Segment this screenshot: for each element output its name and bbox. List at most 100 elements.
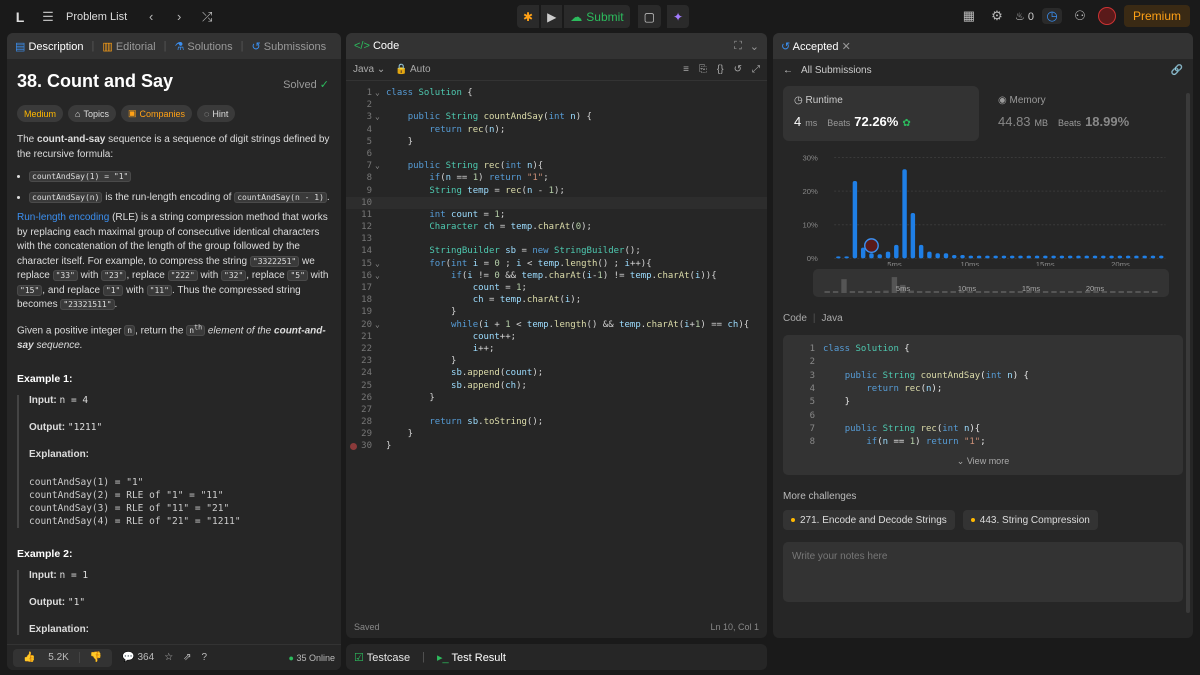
distribution-bar[interactable] <box>927 251 932 259</box>
help-icon[interactable]: ? <box>202 652 208 663</box>
distribution-bar[interactable] <box>960 254 965 259</box>
tab-description[interactable]: ▤ Description <box>15 40 84 53</box>
distribution-bar[interactable] <box>985 255 990 259</box>
code-line[interactable]: 19 } <box>346 306 767 318</box>
bookmark-icon[interactable]: ⎘ <box>699 64 707 75</box>
layout-icon[interactable]: ▦ <box>959 8 979 24</box>
like-button[interactable]: 👍 5.2K <box>13 652 79 663</box>
distribution-bar[interactable] <box>836 256 841 259</box>
auto-mode[interactable]: 🔒 Auto <box>395 64 430 75</box>
code-line[interactable]: 4 return rec(n); <box>346 124 767 136</box>
distribution-bar[interactable] <box>976 255 982 259</box>
tab-solutions[interactable]: ⚗ Solutions <box>174 40 232 53</box>
code-line[interactable]: 22 i++; <box>346 343 767 355</box>
link-icon[interactable]: 🔗 <box>1171 65 1183 76</box>
code-line[interactable]: 3 ⌄ public String countAndSay(int n) { <box>346 111 767 123</box>
code-line[interactable]: 13 <box>346 233 767 245</box>
distribution-bar[interactable] <box>885 251 891 259</box>
distribution-bar[interactable] <box>1101 255 1106 259</box>
submit-button[interactable]: ☁ Submit <box>564 5 630 28</box>
distribution-bar[interactable] <box>1051 255 1056 259</box>
back-arrow-icon[interactable]: ← <box>783 65 793 76</box>
code-line[interactable]: 12 Character ch = temp.charAt(0); <box>346 221 767 233</box>
distribution-bar[interactable] <box>1084 255 1089 259</box>
tab-testcase[interactable]: ☑ Testcase <box>354 651 410 664</box>
code-line[interactable]: 16 ⌄ if(i != 0 && temp.charAt(i-1) != tem… <box>346 270 767 282</box>
comments-button[interactable]: 💬 364 <box>122 652 154 663</box>
tab-submissions[interactable]: ↺ Submissions <box>252 40 327 53</box>
format-icon[interactable]: ≡ <box>683 64 689 75</box>
timer-icon[interactable]: ◷ <box>1041 8 1062 24</box>
view-more-button[interactable]: ⌄ View more <box>783 456 1183 467</box>
rle-link[interactable]: Run-length encoding <box>17 212 109 223</box>
run-button[interactable]: ▶ <box>541 5 563 28</box>
distribution-bar[interactable] <box>852 181 858 259</box>
code-line[interactable]: 29 } <box>346 428 767 440</box>
code-editor[interactable]: 1 ⌄ class Solution {2 3 ⌄ public String coun… <box>346 81 767 621</box>
distribution-bar[interactable] <box>1043 255 1048 259</box>
distribution-bar[interactable] <box>1142 255 1147 259</box>
code-line[interactable]: 20 ⌄ while(i + 1 < temp.length() && temp.… <box>346 319 767 331</box>
distribution-bar[interactable] <box>844 256 849 259</box>
distribution-bar[interactable] <box>1001 255 1007 259</box>
streak-counter[interactable]: ♨ 0 <box>1015 10 1034 23</box>
distribution-bar[interactable] <box>1076 255 1081 259</box>
code-line[interactable]: 15 ⌄ for(int i = 0 ; i < temp.length() ; … <box>346 258 767 270</box>
distribution-bar[interactable] <box>1059 255 1065 259</box>
code-line[interactable]: 24 sb.append(count); <box>346 367 767 379</box>
companies-tag[interactable]: ▣ Companies <box>120 105 193 122</box>
distribution-bar[interactable] <box>993 255 998 259</box>
code-line[interactable]: 17 count = 1; <box>346 282 767 294</box>
distribution-bar[interactable] <box>918 244 924 259</box>
code-line[interactable]: 8 if(n == 1) return "1"; <box>346 172 767 184</box>
distribution-bar[interactable] <box>952 254 957 259</box>
scrollbar[interactable] <box>1186 93 1190 613</box>
next-problem-icon[interactable]: › <box>169 9 189 24</box>
leetcode-logo[interactable]: L <box>10 7 30 27</box>
code-line[interactable]: 6 <box>346 148 767 160</box>
distribution-bar[interactable] <box>869 253 874 259</box>
distribution-bar[interactable] <box>1034 255 1040 259</box>
range-selector[interactable]: 5ms 10ms 15ms 20ms <box>813 269 1169 297</box>
language-select[interactable]: Java ⌄ <box>353 64 385 75</box>
add-friend-icon[interactable]: ⚇ <box>1070 8 1090 24</box>
avatar[interactable] <box>1097 7 1116 25</box>
tab-test-result[interactable]: ▸_ Test Result <box>437 651 506 664</box>
distribution-bar[interactable] <box>910 212 916 259</box>
memory-card[interactable]: ◉ Memory 44.83 MB Beats 18.99% <box>987 86 1183 141</box>
code-line[interactable]: 18 ch = temp.charAt(i); <box>346 294 767 306</box>
distribution-bar[interactable] <box>1109 255 1114 259</box>
fullscreen-icon[interactable]: ⤢ <box>752 64 760 75</box>
runtime-card[interactable]: ◷ Runtime 4 ms Beats 72.26% ✿ <box>783 86 979 141</box>
share-icon[interactable]: ⇗ <box>183 652 191 663</box>
code-line[interactable]: 25 sb.append(ch); <box>346 380 767 392</box>
premium-button[interactable]: Premium <box>1123 5 1190 27</box>
dislike-button[interactable]: 👎 <box>78 652 112 663</box>
distribution-bar[interactable] <box>968 255 974 259</box>
distribution-bar[interactable] <box>1125 255 1131 259</box>
tab-editorial[interactable]: ▥ Editorial <box>102 40 155 53</box>
close-icon[interactable]: ✕ <box>842 41 851 53</box>
code-line[interactable]: 5 } <box>346 136 767 148</box>
braces-icon[interactable]: {} <box>717 64 724 75</box>
shuffle-icon[interactable]: ⤮ <box>197 9 217 25</box>
code-line[interactable]: 2 <box>346 99 767 111</box>
code-line[interactable]: 26 } <box>346 392 767 404</box>
distribution-bar[interactable] <box>1134 255 1139 259</box>
code-line[interactable]: 9 String temp = rec(n - 1); <box>346 185 767 197</box>
hint-tag[interactable]: ◌ Hint <box>197 105 236 122</box>
distribution-bar[interactable] <box>1159 255 1164 259</box>
code-line[interactable]: 21 count++; <box>346 331 767 343</box>
distribution-bar[interactable] <box>1150 255 1156 259</box>
prev-problem-icon[interactable]: ‹ <box>141 9 161 24</box>
code-line[interactable]: 27 <box>346 404 767 416</box>
distribution-bar[interactable] <box>943 253 949 259</box>
settings-icon[interactable]: ⚙ <box>987 8 1007 24</box>
maximize-icon[interactable]: ⛶ <box>734 40 742 53</box>
distribution-bar[interactable] <box>1117 255 1123 259</box>
distribution-bar[interactable] <box>902 169 907 259</box>
ai-assist-button[interactable]: ✦ <box>667 5 690 28</box>
code-line[interactable]: 7 ⌄ public String rec(int n){ <box>346 160 767 172</box>
distribution-bar[interactable] <box>1010 255 1015 259</box>
collapse-icon[interactable]: ⌄ <box>750 40 759 53</box>
